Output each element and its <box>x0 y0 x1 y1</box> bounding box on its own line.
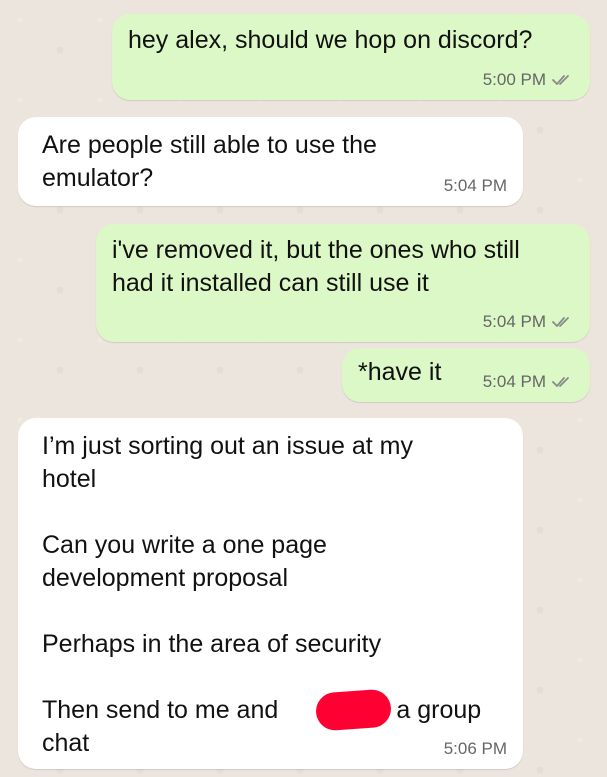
message-text: i've removed it, but the ones who still … <box>112 236 520 297</box>
message-text: hey alex, should we hop on discord? <box>128 26 533 54</box>
double-check-icon <box>552 377 569 387</box>
message-time: 5:00 PM <box>482 70 546 89</box>
message-time: 5:06 PM <box>443 739 507 758</box>
message-bubble-outgoing[interactable]: i've removed it, but the ones who still … <box>96 224 590 342</box>
message-time: 5:04 PM <box>482 372 546 391</box>
double-check-icon <box>552 317 569 327</box>
message-text: I’m just sorting out an issue at my hote… <box>42 432 482 757</box>
message-time: 5:04 PM <box>482 312 546 331</box>
message-text: Are people still able to use the emulato… <box>42 131 377 192</box>
message-meta: 5:06 PM <box>444 739 507 759</box>
message-time: 5:04 PM <box>443 176 507 195</box>
message-text: *have it <box>358 358 442 386</box>
message-bubble-outgoing[interactable]: hey alex, should we hop on discord? 5:00… <box>112 14 590 100</box>
message-bubble-outgoing[interactable]: *have it 5:04 PM <box>342 348 590 402</box>
redaction-mark <box>314 688 393 732</box>
message-bubble-incoming[interactable]: Are people still able to use the emulato… <box>18 117 523 206</box>
message-meta: 5:04 PM <box>483 372 574 392</box>
message-bubble-incoming[interactable]: I’m just sorting out an issue at my hote… <box>18 418 523 769</box>
message-meta: 5:04 PM <box>444 176 507 196</box>
message-meta: 5:00 PM <box>483 70 574 90</box>
message-meta: 5:04 PM <box>483 312 574 332</box>
double-check-icon <box>552 75 569 85</box>
